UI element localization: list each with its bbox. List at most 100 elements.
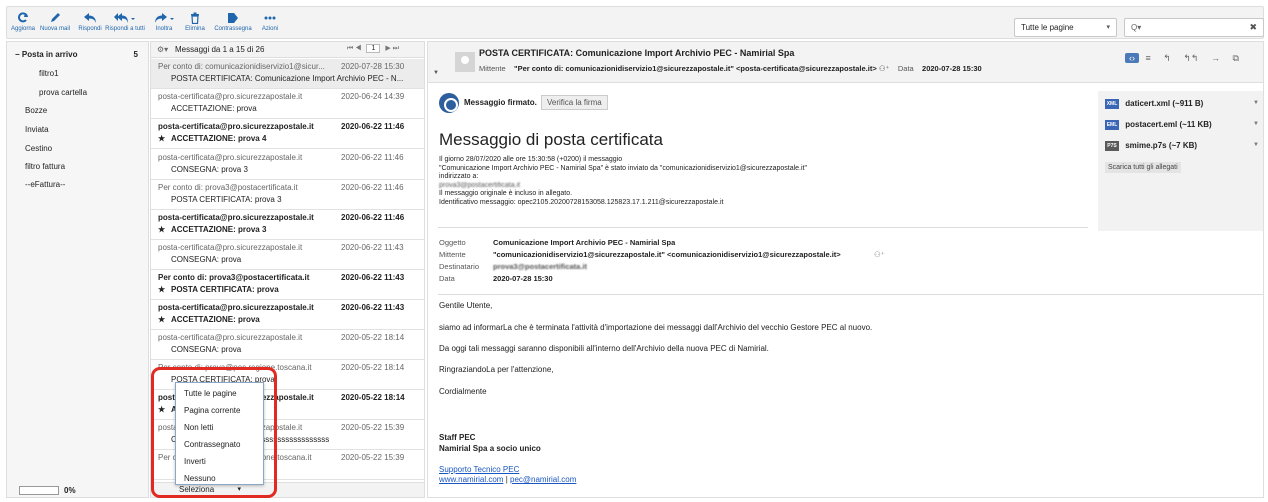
message-subject: CONSEGNA: prova <box>171 255 242 264</box>
attachment-item[interactable]: EML postacert.eml (~11 KB) ▼ <box>1105 120 1259 130</box>
trash-icon <box>191 12 199 24</box>
message-sender: posta-certificata@pro.sicurezzapostale.i… <box>158 213 314 222</box>
open-window-icon[interactable]: ⧉ <box>1232 53 1238 64</box>
message-subject-line: ★ACCETTAZIONE: prova <box>158 315 420 324</box>
actions-button[interactable]: Azioni <box>257 12 283 32</box>
header-value[interactable]: "comunicazionidiservizio1@sicurezzaposta… <box>493 250 841 259</box>
clear-search-icon[interactable]: ✖ <box>1249 22 1257 33</box>
folder-filtro-fattura[interactable]: filtro fattura <box>7 158 148 176</box>
delete-button[interactable]: Elimina <box>181 12 209 32</box>
page-number-input[interactable]: 1 <box>366 44 381 53</box>
message-row[interactable]: Per conto di: prova3@postacertificata.it… <box>151 270 424 300</box>
flag-button[interactable]: Contrassegna <box>211 12 255 32</box>
html-view-icon[interactable]: ‹› <box>1125 53 1139 63</box>
date-label: Data <box>897 64 914 73</box>
folder-filtro1[interactable]: filtro1 <box>7 65 148 83</box>
message-row[interactable]: posta-certificata@pro.sicurezzapostale.i… <box>151 119 424 149</box>
forward-button[interactable]: Inoltra <box>149 12 179 32</box>
more-icon <box>264 16 276 20</box>
message-subject-line: CONSEGNA: prova <box>158 255 420 264</box>
star-icon[interactable]: ★ <box>158 134 171 143</box>
message-date: 2020-06-22 11:43 <box>341 243 404 252</box>
scope-select[interactable]: Tutte le pagine ▾ <box>1014 18 1117 37</box>
message-row[interactable]: posta-certificata@pro.sicurezzapostale.i… <box>151 210 424 240</box>
website-link[interactable]: www.namirial.com <box>439 475 503 484</box>
attachment-item[interactable]: P7S smime.p7s (~7 KB) ▼ <box>1105 141 1259 151</box>
add-contact-icon[interactable]: ⚇⁺ <box>879 64 892 73</box>
pager: ⏮ ◀ 1 ▶ ⏭ <box>347 44 399 53</box>
forward-icon <box>155 13 174 23</box>
body-paragraph: Gentile Utente, <box>439 301 493 310</box>
message-row[interactable]: Per conto di: prova3@postacertificata.it… <box>151 180 424 210</box>
star-icon[interactable]: ★ <box>158 315 171 324</box>
certification-text: Il giorno 28/07/2020 alle ore 15:30:58 (… <box>439 156 807 208</box>
unread-count: 5 <box>133 50 138 59</box>
folder-inbox[interactable]: − Posta in arrivo 5 <box>7 46 148 64</box>
last-page-icon[interactable]: ⏭ <box>393 45 399 52</box>
cert-line: "Comunicazione Import Archivio PEC - Nam… <box>439 164 807 172</box>
forward-icon[interactable]: → <box>1211 53 1220 63</box>
first-page-icon[interactable]: ⏮ <box>347 45 353 52</box>
footer-links: Supporto Tecnico PEC www.namirial.com | … <box>439 465 576 485</box>
message-date: 2020-06-22 11:46 <box>341 183 404 192</box>
support-link[interactable]: Supporto Tecnico PEC <box>439 465 519 474</box>
folder-label: Inviata <box>25 125 49 134</box>
header-value-redacted: prova3@postacertificata.it <box>493 262 588 271</box>
gear-icon[interactable]: ⚙▾ <box>157 45 168 54</box>
sign-line: Namirial Spa a socio unico <box>439 444 541 453</box>
from-value[interactable]: "Per conto di: comunicazionidiservizio1@… <box>514 64 877 73</box>
search-input[interactable]: Q▾ ✖ <box>1124 18 1264 37</box>
new-mail-button[interactable]: Nuova mail <box>37 12 73 32</box>
message-range: Messaggi da 1 a 15 di 26 <box>175 45 265 54</box>
expand-header-icon[interactable]: ▼ <box>433 70 439 76</box>
prev-page-icon[interactable]: ◀ <box>355 45 361 52</box>
message-date: 2020-06-22 11:43 <box>341 303 405 312</box>
signature-block: Staff PEC Namirial Spa a socio unico <box>439 432 541 454</box>
add-contact-icon[interactable]: ⚇⁺ <box>874 250 885 259</box>
attachment-item[interactable]: XML daticert.xml (~911 B) ▼ <box>1105 99 1259 109</box>
plain-view-icon[interactable]: ≡ <box>1146 53 1151 63</box>
preview-subject: POSTA CERTIFICATA: Comunicazione Import … <box>479 48 795 58</box>
collapse-icon[interactable]: − <box>15 50 20 59</box>
download-all-button[interactable]: Scarica tutti gli allegati <box>1105 162 1181 173</box>
refresh-button[interactable]: Aggiorna <box>9 12 37 32</box>
reply-all-icon[interactable]: ↰↰ <box>1183 53 1198 64</box>
message-subject-line: ACCETTAZIONE: prova <box>158 104 420 113</box>
caret-down-icon[interactable]: ▼ <box>1253 121 1259 127</box>
caret-down-icon[interactable]: ▼ <box>1253 100 1259 106</box>
message-row[interactable]: posta-certificata@pro.sicurezzapostale.i… <box>151 300 424 330</box>
message-row[interactable]: posta-certificata@pro.sicurezzapostale.i… <box>151 89 424 119</box>
caret-down-icon[interactable]: ▼ <box>1253 142 1259 148</box>
folder-prova-cartella[interactable]: prova cartella <box>7 84 148 102</box>
folder-label: prova cartella <box>39 88 88 97</box>
message-row[interactable]: posta-certificata@pro.sicurezzapostale.i… <box>151 330 424 360</box>
reply-icon[interactable]: ↰ <box>1163 53 1171 64</box>
folder-trash[interactable]: Cestino <box>7 140 148 158</box>
message-row[interactable]: posta-certificata@pro.sicurezzapostale.i… <box>151 240 424 270</box>
attachment-name: smime.p7s (~7 KB) <box>1125 141 1198 151</box>
folder-sent[interactable]: Inviata <box>7 121 148 139</box>
refresh-icon <box>18 12 28 23</box>
search-options-icon[interactable]: Q▾ <box>1131 23 1141 32</box>
body-paragraph: Da oggi tali messaggi saranno disponibil… <box>439 344 769 353</box>
message-sender: posta-certificata@pro.sicurezzapostale.i… <box>158 92 303 101</box>
verify-signature-button[interactable]: Verifica la firma <box>541 95 608 110</box>
email-link[interactable]: pec@namirial.com <box>510 475 576 484</box>
reply-button[interactable]: Rispondi <box>75 12 105 32</box>
reply-all-button[interactable]: Rispondi a tutti <box>105 12 145 32</box>
header-key: Oggetto <box>439 238 466 247</box>
star-icon[interactable]: ★ <box>158 285 171 294</box>
next-page-icon[interactable]: ▶ <box>385 45 390 52</box>
toolbar: Aggiorna Nuova mail Rispondi Rispondi a … <box>6 6 1264 39</box>
signature-badge-icon <box>439 93 459 113</box>
message-row[interactable]: posta-certificata@pro.sicurezzapostale.i… <box>151 150 424 180</box>
sign-line: Staff PEC <box>439 433 476 442</box>
attachments-panel: XML daticert.xml (~911 B) ▼ EML postacer… <box>1098 91 1263 231</box>
message-date: 2020-06-22 11:46 <box>341 213 405 222</box>
folder-label: Bozze <box>25 106 48 115</box>
folder-drafts[interactable]: Bozze <box>7 102 148 120</box>
star-icon[interactable]: ★ <box>158 225 171 234</box>
folder-efattura[interactable]: --eFattura-- <box>7 176 148 194</box>
message-date: 2020-05-22 15:39 <box>341 453 405 462</box>
message-row[interactable]: Per conto di: comunicazionidiservizio1@s… <box>151 59 424 89</box>
